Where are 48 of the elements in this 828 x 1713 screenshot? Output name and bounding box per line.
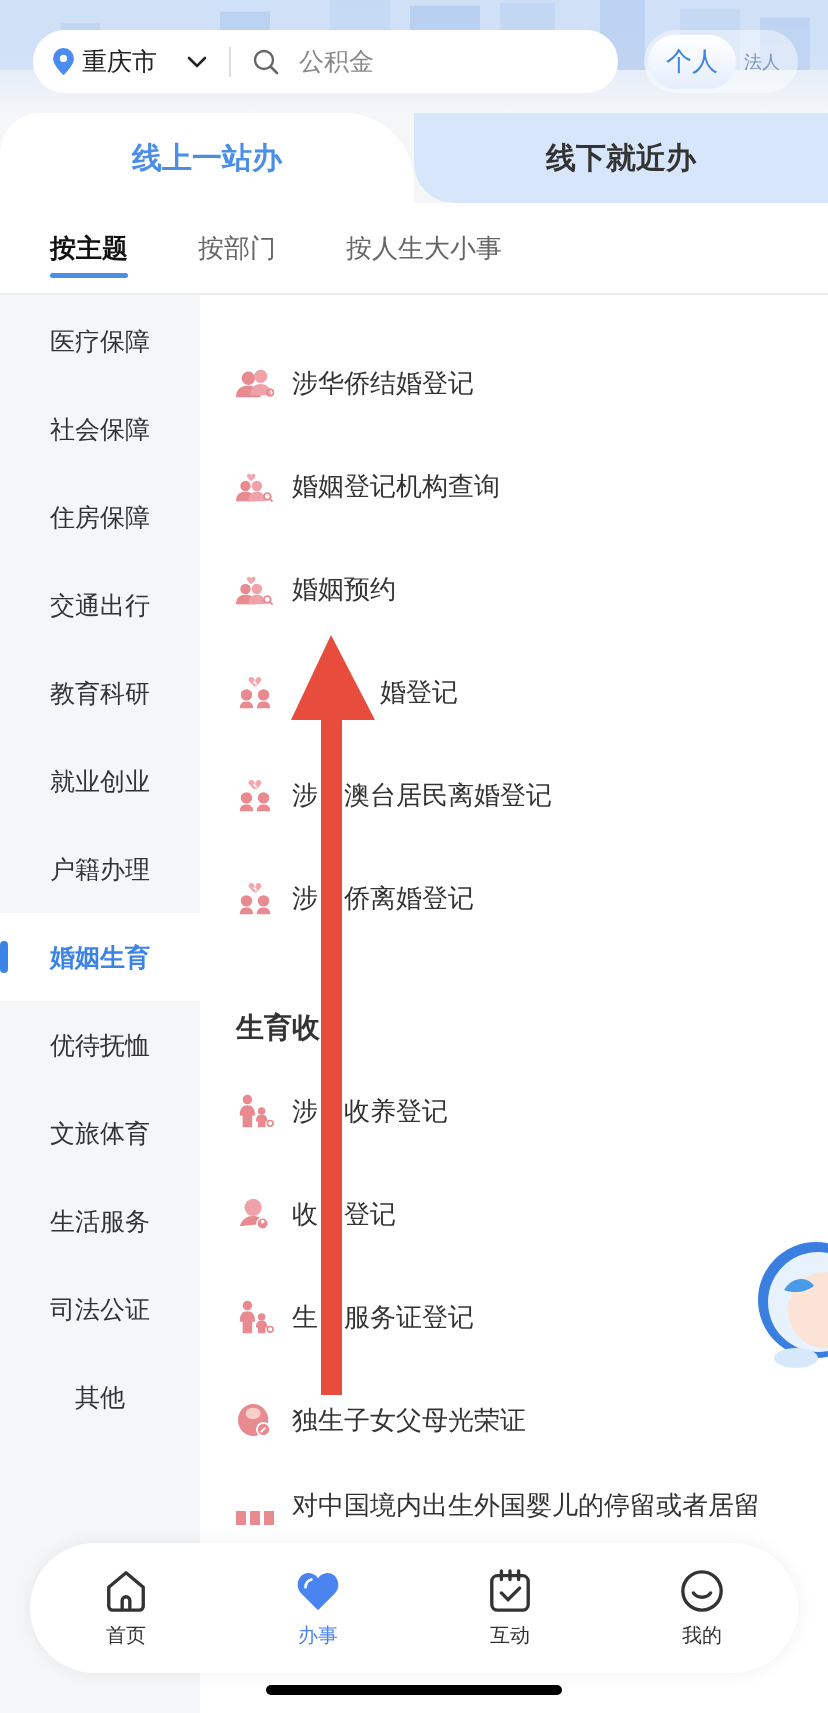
service-item[interactable]: 澳台居民离婚登记 — [344, 778, 552, 811]
category-item[interactable]: 其他 — [0, 1353, 200, 1441]
identity-option[interactable]: 个人 — [648, 34, 736, 89]
category-item[interactable]: 户籍办理 — [0, 825, 200, 913]
service-item[interactable]: 收 — [292, 1197, 318, 1230]
document-icon — [236, 1511, 274, 1525]
search-icon — [253, 48, 279, 75]
filter-tab[interactable]: 按主题 — [50, 218, 128, 278]
filter-tab[interactable]: 按部门 — [198, 218, 276, 278]
service-item[interactable]: 涉 — [292, 778, 318, 811]
category-item[interactable]: 就业创业 — [0, 737, 200, 825]
service-item[interactable]: 独生子女父母光荣证 — [292, 1403, 526, 1436]
category-item[interactable]: 生活服务 — [0, 1177, 200, 1265]
category-item[interactable]: 婚姻生育 — [0, 913, 200, 1001]
nav-tab[interactable]: 互动 — [450, 1567, 570, 1649]
service-item[interactable]: 婚登记 — [380, 675, 458, 708]
search-input[interactable]: 公积金 — [297, 46, 618, 77]
service-item[interactable]: 对中国境内出生外国婴儿的停留或者居留 — [292, 1489, 760, 1521]
mode-tab[interactable]: 线下就近办 — [414, 113, 828, 203]
city-selector[interactable]: 重庆市 — [33, 30, 229, 93]
smiley-icon — [679, 1567, 725, 1614]
service-item[interactable]: 涉 — [292, 1094, 318, 1127]
service-item[interactable]: 侨离婚登记 — [344, 881, 474, 914]
category-item[interactable]: 社会保障 — [0, 385, 200, 473]
category-item[interactable]: 医疗保障 — [0, 297, 200, 385]
calendar-check-icon — [487, 1567, 533, 1614]
service-item[interactable]: 收养登记 — [344, 1094, 448, 1127]
service-item[interactable]: 服务证登记 — [344, 1300, 474, 1333]
nav-tab[interactable]: 我的 — [642, 1567, 762, 1649]
service-item[interactable]: 登记 — [344, 1197, 396, 1230]
filter-tab[interactable]: 按人生大小事 — [346, 218, 502, 278]
service-item[interactable]: 婚姻预约 — [292, 572, 396, 605]
service-item[interactable]: 涉 — [292, 881, 318, 914]
category-item[interactable]: 司法公证 — [0, 1265, 200, 1353]
category-item[interactable]: 教育科研 — [0, 649, 200, 737]
service-item[interactable]: 生 — [292, 1300, 318, 1333]
nav-tab[interactable]: 首页 — [66, 1567, 186, 1649]
category-item[interactable]: 文旅体育 — [0, 1089, 200, 1177]
location-pin-icon — [53, 48, 74, 75]
category-item[interactable]: 优待抚恤 — [0, 1001, 200, 1089]
service-item[interactable]: 婚姻登记机构查询 — [292, 469, 500, 502]
chevron-down-icon — [187, 55, 207, 68]
nav-tab[interactable]: 办事 — [258, 1567, 378, 1649]
search-field[interactable]: 公积金 — [229, 30, 618, 93]
category-item[interactable]: 住房保障 — [0, 473, 200, 561]
category-item[interactable]: 交通出行 — [0, 561, 200, 649]
section-heading: 生育收 — [236, 1011, 320, 1045]
service-item[interactable]: 涉华侨结婚登记 — [292, 366, 474, 399]
